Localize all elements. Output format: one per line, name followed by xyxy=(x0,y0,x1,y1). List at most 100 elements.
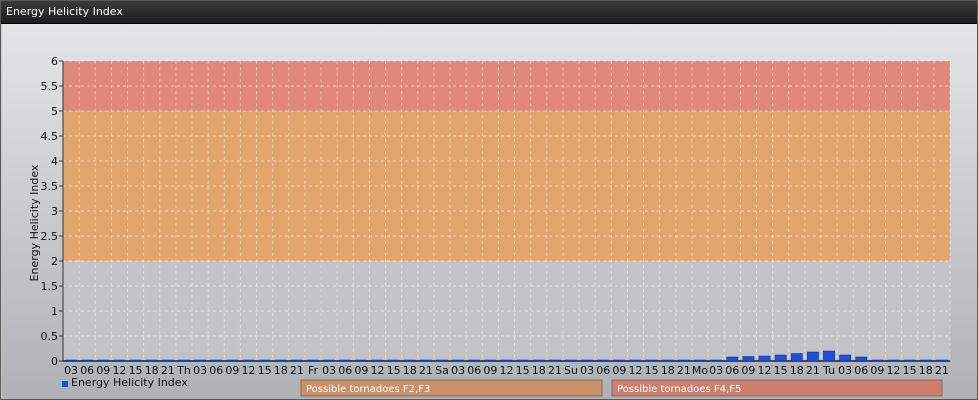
y-tick-label-1: 0.5 xyxy=(41,330,59,343)
y-tick-label-9: 4.5 xyxy=(41,130,59,143)
x-tick-label: 15 xyxy=(645,364,659,377)
y-tick-label-12: 6 xyxy=(51,55,58,68)
bar xyxy=(726,356,739,362)
bar xyxy=(178,359,190,362)
x-tick-label: 15 xyxy=(516,364,530,377)
band-legend-label-0: Possible tornadoes F2,F3 xyxy=(306,384,430,395)
x-tick-label: 15 xyxy=(258,364,272,377)
bar xyxy=(903,359,916,362)
bar xyxy=(436,359,448,362)
x-tick-label: 18 xyxy=(274,364,288,377)
bar xyxy=(452,359,465,362)
x-tick-label: 09 xyxy=(354,364,368,377)
bar xyxy=(274,359,287,362)
bar xyxy=(936,359,948,362)
bar xyxy=(742,356,755,362)
x-tick-label: Su xyxy=(564,364,578,377)
bar xyxy=(226,359,239,362)
bar xyxy=(387,359,400,362)
y-axis-label: Energy Helicity Index xyxy=(28,164,41,281)
bar xyxy=(613,359,626,362)
x-tick-label: 12 xyxy=(629,364,643,377)
y-tick-label-7: 3.5 xyxy=(41,180,59,193)
x-tick-label: 06 xyxy=(209,364,223,377)
bar xyxy=(516,359,529,362)
title-bar: Energy Helicity Index xyxy=(1,1,977,24)
legend-label: Energy Helicity Index xyxy=(71,376,188,389)
x-tick-label: 09 xyxy=(870,364,884,377)
x-tick-label: 06 xyxy=(596,364,610,377)
bar xyxy=(194,359,206,362)
window-title: Energy Helicity Index xyxy=(6,5,123,18)
x-tick-label: 15 xyxy=(774,364,788,377)
x-tick-label: 15 xyxy=(387,364,401,377)
bar xyxy=(855,356,868,362)
x-tick-label: 06 xyxy=(854,364,868,377)
bar xyxy=(468,359,481,362)
bar xyxy=(661,359,674,362)
bar xyxy=(581,359,594,362)
bar xyxy=(597,359,610,362)
x-tick-label: Fr xyxy=(308,364,319,377)
bar xyxy=(629,359,642,362)
y-tick-label-3: 1.5 xyxy=(41,280,59,293)
energy-helicity-chart: 0 0.5 1 1.5 2 2.5 3 3.5 4 4.5 5 5.5 6 Energy Helicity… xyxy=(28,55,951,397)
x-tick-label: 06 xyxy=(338,364,352,377)
bar xyxy=(887,359,900,362)
x-tick-label: Mo xyxy=(692,364,708,377)
bar xyxy=(145,359,158,362)
y-tick-label-5: 2.5 xyxy=(41,230,59,243)
bar xyxy=(678,359,690,362)
x-tick-label: 12 xyxy=(758,364,772,377)
bar xyxy=(339,359,352,362)
bar xyxy=(403,359,416,362)
band-legend-label-1: Possible tornadoes F4,F5 xyxy=(617,384,741,395)
bar xyxy=(161,359,174,362)
bar xyxy=(97,359,110,362)
y-tick-label-6: 3 xyxy=(51,205,58,218)
bar xyxy=(371,359,384,362)
x-tick-label: 18 xyxy=(919,364,933,377)
bar xyxy=(323,359,335,362)
x-tick-label: 18 xyxy=(532,364,546,377)
x-tick-label: 06 xyxy=(467,364,481,377)
bar xyxy=(484,359,497,362)
legend-swatch xyxy=(62,381,68,387)
bar xyxy=(645,359,658,362)
chart-area: 0 0.5 1 1.5 2 2.5 3 3.5 4 4.5 5 5.5 6 Energy Helicity… xyxy=(2,24,977,399)
bar xyxy=(694,359,706,362)
x-tick-label: 09 xyxy=(612,364,626,377)
y-tick-label-11: 5.5 xyxy=(41,80,59,93)
bar xyxy=(113,359,126,362)
x-tick-label: 12 xyxy=(887,364,901,377)
bar xyxy=(307,359,319,362)
x-tick-label: 18 xyxy=(790,364,804,377)
x-tick-label: 12 xyxy=(370,364,384,377)
bar xyxy=(807,351,819,362)
x-tick-label: 18 xyxy=(403,364,417,377)
bar xyxy=(532,359,545,362)
bar xyxy=(81,359,94,362)
x-tick-label: 21 xyxy=(290,364,304,377)
bar xyxy=(758,355,771,362)
x-tick-label: 21 xyxy=(548,364,562,377)
bar xyxy=(871,359,884,362)
bar xyxy=(839,354,852,362)
y-tick-label-10: 5 xyxy=(51,105,58,118)
bar xyxy=(65,359,77,362)
bar xyxy=(290,359,303,362)
x-tick-label: 03 xyxy=(709,364,723,377)
bar xyxy=(565,359,577,362)
x-tick-label: 06 xyxy=(725,364,739,377)
bar xyxy=(242,359,255,362)
y-tick-label-4: 2 xyxy=(51,255,58,268)
x-tick-label: 03 xyxy=(322,364,336,377)
x-tick-label: 03 xyxy=(193,364,207,377)
bar xyxy=(919,359,932,362)
bar xyxy=(500,359,513,362)
bar xyxy=(129,359,142,362)
x-tick-label: 15 xyxy=(903,364,917,377)
bar xyxy=(258,359,271,362)
y-tick-label-0: 0 xyxy=(51,355,58,368)
x-tick-label: Sa xyxy=(435,364,449,377)
